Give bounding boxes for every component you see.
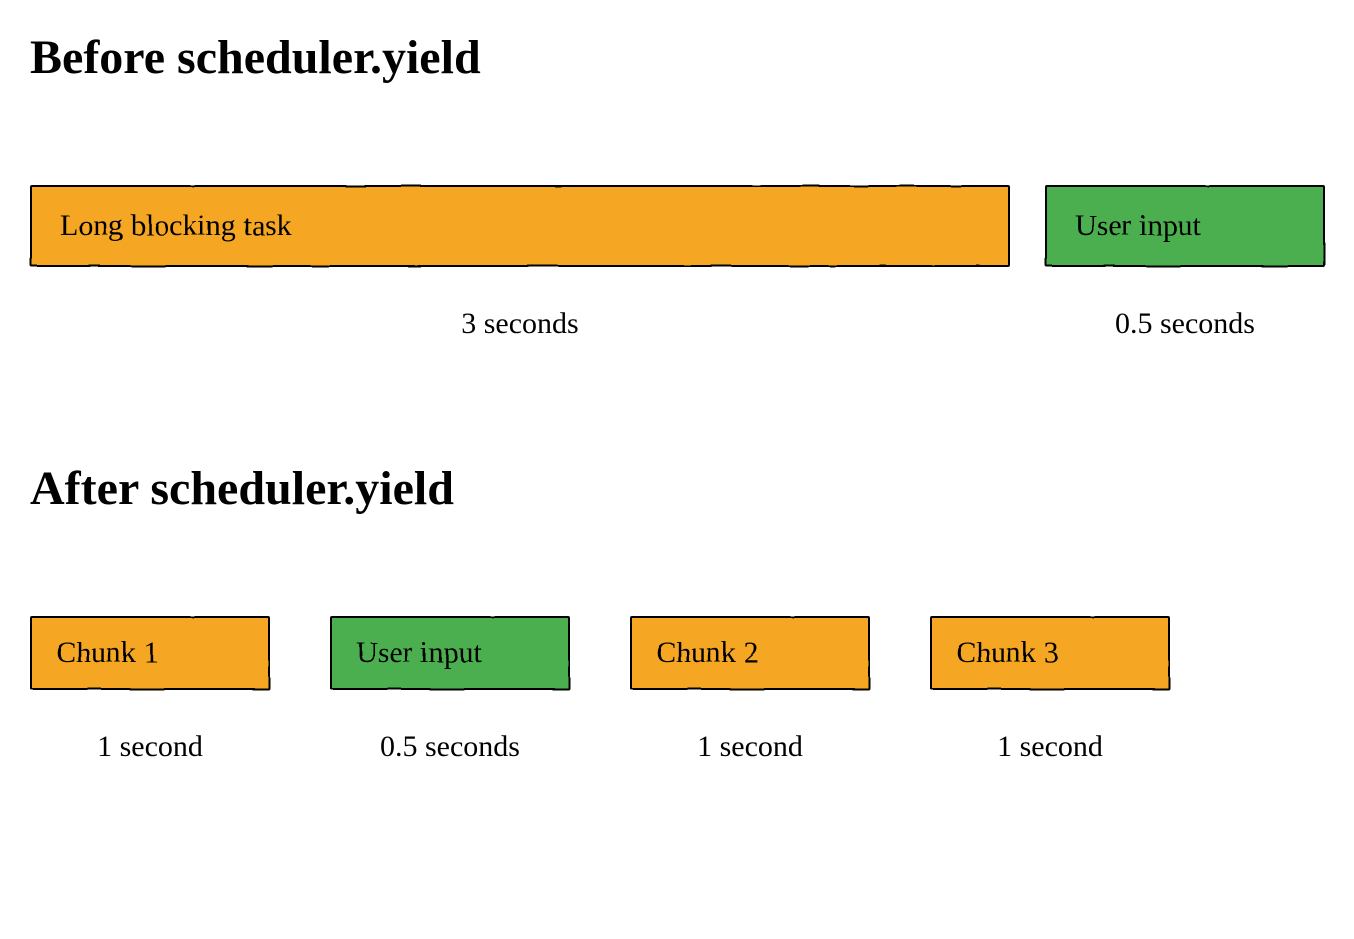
duration-label: 1 second: [997, 730, 1103, 764]
after-block-container-2: Chunk 2 1 second: [630, 616, 870, 764]
after-block-container-3: Chunk 3 1 second: [930, 616, 1170, 764]
duration-label: 0.5 seconds: [380, 730, 520, 764]
after-heading: After scheduler.yield: [30, 461, 1324, 516]
chunk-2-block: Chunk 2: [630, 616, 870, 690]
block-label: Chunk 1: [56, 636, 159, 670]
block-label: User input: [1075, 209, 1201, 243]
before-heading: Before scheduler.yield: [30, 30, 1324, 85]
block-label: Long blocking task: [60, 209, 292, 243]
chunk-3-block: Chunk 3: [930, 616, 1170, 690]
user-input-block: User input: [1045, 185, 1325, 267]
before-block-container-0: Long blocking task 3 seconds: [30, 185, 1010, 341]
block-label: Chunk 2: [656, 636, 759, 670]
after-section: After scheduler.yield Chunk 1 1 second U…: [30, 461, 1324, 764]
duration-label: 1 second: [97, 730, 203, 764]
block-label: Chunk 3: [956, 636, 1059, 670]
before-section: Before scheduler.yield Long blocking tas…: [30, 30, 1324, 341]
duration-label: 1 second: [697, 730, 803, 764]
user-input-block-after: User input: [330, 616, 570, 690]
after-block-container-1: User input 0.5 seconds: [330, 616, 570, 764]
long-blocking-task-block: Long blocking task: [30, 185, 1010, 267]
before-row: Long blocking task 3 seconds User input …: [30, 185, 1324, 341]
duration-label: 3 seconds: [461, 307, 578, 341]
after-block-container-0: Chunk 1 1 second: [30, 616, 270, 764]
after-row: Chunk 1 1 second User input 0.5 seconds …: [30, 616, 1324, 764]
duration-label: 0.5 seconds: [1115, 307, 1255, 341]
block-label: User input: [356, 636, 482, 670]
chunk-1-block: Chunk 1: [30, 616, 270, 690]
before-block-container-1: User input 0.5 seconds: [1045, 185, 1325, 341]
